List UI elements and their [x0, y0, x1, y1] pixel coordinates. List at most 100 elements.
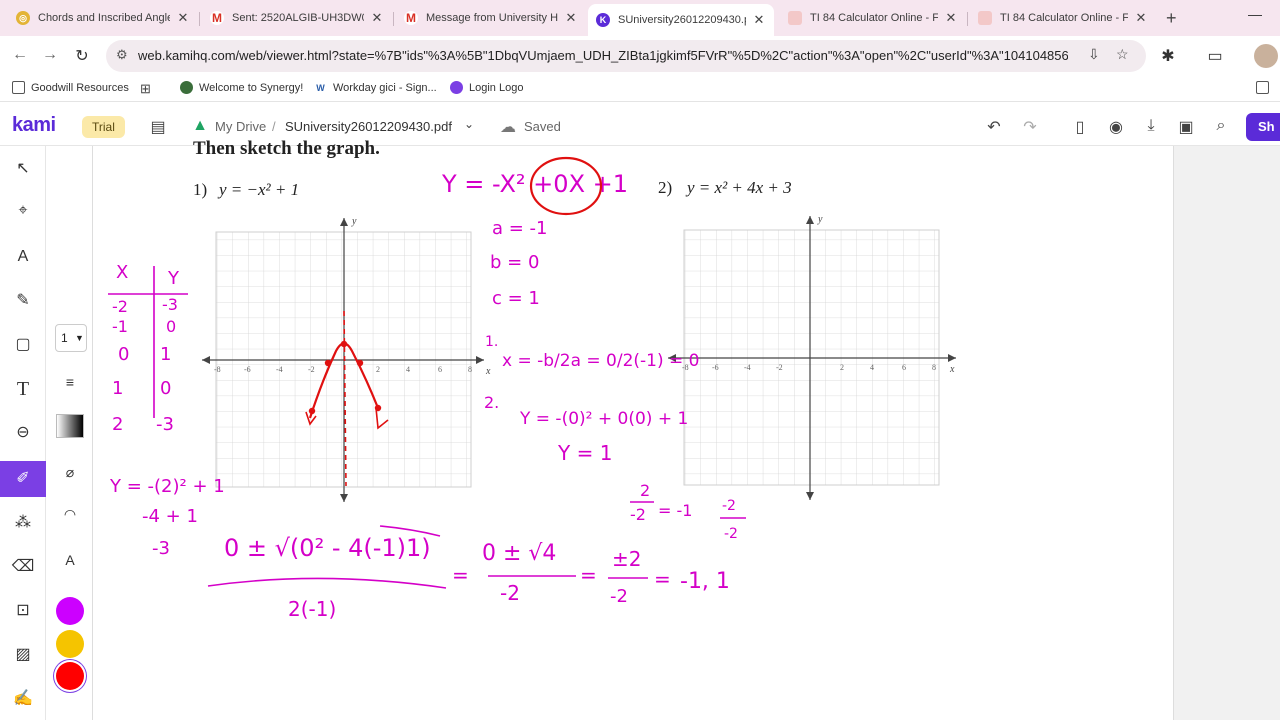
stroke-style-icon[interactable]: ≡ — [56, 370, 84, 394]
install-app-icon[interactable]: ⇩ — [1088, 46, 1100, 63]
close-tab-icon[interactable]: ✕ — [752, 12, 766, 28]
browser-tab-chords[interactable]: ◎ Chords and Inscribed Angle ✕ — [8, 4, 198, 32]
color-swatch-magenta[interactable] — [56, 597, 84, 625]
text-select-icon[interactable]: ⌖ — [10, 198, 36, 224]
svg-text:-6: -6 — [244, 365, 251, 374]
svg-text:2: 2 — [376, 365, 380, 374]
minimize-window-icon[interactable]: — — [1248, 6, 1262, 22]
table-x-value: 0 — [118, 344, 129, 365]
bookmark-goodwill[interactable]: Goodwill Resources — [12, 81, 129, 94]
graph-1-x-label: x — [485, 366, 491, 377]
drawing-pen-icon[interactable]: ✐ — [0, 461, 46, 497]
extensions-puzzle-icon[interactable]: ✱ — [1158, 46, 1178, 66]
site-settings-icon[interactable]: ⚙ — [116, 47, 128, 63]
table-x-header: X — [116, 262, 128, 283]
ruler-icon[interactable]: ⌀ — [56, 460, 84, 484]
select-cursor-icon[interactable]: ↖ — [10, 156, 36, 182]
equation-icon[interactable]: ⊖ — [10, 420, 36, 446]
view-eye-icon[interactable]: ◉ — [1106, 117, 1126, 137]
color-swatch-yellow[interactable] — [56, 630, 84, 658]
save-status: Saved — [524, 119, 561, 134]
calculator-favicon-icon — [788, 11, 802, 25]
share-button[interactable]: Sh — [1246, 113, 1280, 141]
handwritten-y-result: Y = 1 — [557, 441, 612, 465]
trial-badge[interactable]: Trial — [82, 116, 125, 138]
workday-favicon-icon: W — [316, 82, 325, 93]
reload-icon[interactable]: ↻ — [72, 46, 92, 66]
bookmark-star-icon[interactable]: ☆ — [1116, 46, 1129, 63]
undo-icon[interactable]: ↶ — [984, 117, 1004, 137]
handwritten-equals: = — [580, 563, 597, 587]
browser-tab-ti84-2[interactable]: TI 84 Calculator Online - Fre ✕ — [970, 4, 1156, 32]
table-y-value: 1 — [160, 344, 171, 365]
bookmark-login-logo[interactable]: Login Logo — [450, 81, 523, 94]
stroke-size-value: 1 — [61, 331, 68, 345]
search-icon[interactable]: ⌕ — [1211, 117, 1231, 135]
document-filename[interactable]: SUniversity26012209430.pdf — [285, 119, 452, 134]
close-tab-icon[interactable]: ✕ — [944, 10, 958, 26]
table-x-value: -2 — [112, 297, 128, 316]
worksheet-drawing-layer: x y -8 -6 -4 -2 2468 x y -8 -6 -4 -2 2 4… — [108, 156, 956, 621]
side-fraction-2-numerator: -2 — [722, 498, 736, 514]
text-to-speech-icon[interactable]: A — [10, 244, 36, 270]
tab-title: SUniversity26012209430.pdf — [618, 14, 746, 26]
bookmark-workday[interactable]: W Workday gici - Sign... — [314, 81, 436, 94]
graph-1-y-label: y — [351, 216, 357, 227]
address-bar[interactable]: ⚙ web.kamihq.com/web/viewer.html?state=%… — [106, 40, 1146, 72]
tab-separator — [393, 12, 394, 26]
add-media-icon[interactable]: ⊡ — [10, 598, 36, 624]
tab-title: Message from University Hig — [426, 12, 558, 24]
toolbox-icon[interactable]: ▣ — [1176, 117, 1196, 137]
text-tool-icon[interactable]: T — [10, 376, 36, 402]
protractor-icon[interactable]: ◠ — [56, 502, 84, 526]
signature-icon[interactable]: ✍ — [10, 686, 36, 712]
opacity-slider[interactable] — [56, 414, 84, 438]
cloud-saved-icon: ☁ — [500, 119, 516, 136]
font-a-icon[interactable]: A — [56, 548, 84, 572]
url-text: web.kamihq.com/web/viewer.html?state=%7B… — [138, 48, 1068, 63]
bookmarks-bar: Goodwill Resources ⊞ Welcome to Synergy!… — [0, 76, 1280, 102]
image-icon[interactable]: ▨ — [10, 642, 36, 668]
table-y-value: 0 — [166, 317, 176, 336]
chevron-down-icon[interactable]: ⌄ — [459, 117, 479, 131]
tab-separator — [199, 12, 200, 26]
bookmark-synergy[interactable]: Welcome to Synergy! — [180, 81, 303, 94]
bookmark-label: Goodwill Resources — [31, 81, 129, 94]
apps-grid-button[interactable]: ⊞ — [140, 81, 151, 97]
new-tab-button[interactable]: + — [1166, 8, 1177, 29]
close-tab-icon[interactable]: ✕ — [370, 10, 384, 26]
table-y-value: -3 — [162, 295, 178, 314]
graph-2-x-label: x — [949, 364, 955, 375]
eraser-icon[interactable]: ⌫ — [10, 554, 36, 580]
svg-text:8: 8 — [468, 365, 472, 374]
redo-icon[interactable]: ↷ — [1020, 117, 1040, 137]
handwritten-plus-minus-2: ±2 — [612, 547, 641, 571]
folder-icon — [12, 81, 25, 94]
browser-tab-message[interactable]: M Message from University Hig ✕ — [396, 4, 586, 32]
profile-avatar[interactable] — [1254, 44, 1278, 68]
browser-tab-sent-mail[interactable]: M Sent: 2520ALGIB-UH3DW01 ✕ — [202, 4, 392, 32]
table-y-value: 0 — [160, 378, 171, 399]
comment-icon[interactable]: ▢ — [10, 332, 36, 358]
forward-arrow-icon[interactable]: → — [40, 46, 60, 64]
close-tab-icon[interactable]: ✕ — [176, 10, 190, 26]
shapes-icon[interactable]: ⁂ — [10, 510, 36, 536]
back-arrow-icon[interactable]: ← — [10, 46, 30, 64]
breadcrumb-my-drive[interactable]: My Drive — [215, 119, 266, 134]
stroke-size-select[interactable]: 1 ▼ — [55, 324, 87, 352]
browser-tab-ti84-1[interactable]: TI 84 Calculator Online - Fre ✕ — [780, 4, 966, 32]
download-icon[interactable]: ⤓ — [1141, 117, 1161, 135]
inbox-icon[interactable]: ▤ — [148, 117, 168, 137]
all-bookmarks-button[interactable] — [1256, 81, 1275, 94]
color-swatch-red-selected[interactable] — [56, 662, 84, 690]
document-outline-icon[interactable]: ▯ — [1070, 117, 1090, 137]
cast-icon[interactable]: ▭ — [1205, 46, 1225, 66]
highlighter-icon[interactable]: ✎ — [10, 288, 36, 314]
calculator-favicon-icon — [978, 11, 992, 25]
close-tab-icon[interactable]: ✕ — [564, 10, 578, 26]
browser-tab-kami-pdf[interactable]: K SUniversity26012209430.pdf ✕ — [588, 4, 774, 36]
kami-logo[interactable]: kami — [12, 114, 56, 137]
document-viewport: Then sketch the graph. 1) y = −x² + 1 2)… — [92, 138, 1280, 720]
close-tab-icon[interactable]: ✕ — [1134, 10, 1148, 26]
drawing-options-bar: ≡ ⌀ ◠ A — [48, 318, 92, 720]
